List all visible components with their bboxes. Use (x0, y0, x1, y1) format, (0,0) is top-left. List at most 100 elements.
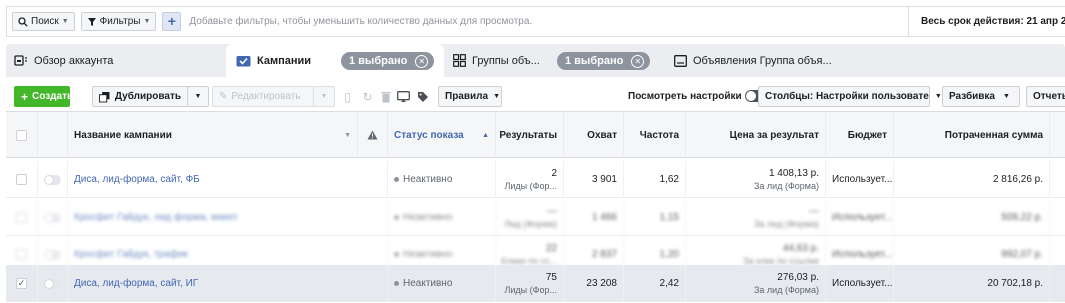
reports-button[interactable]: Отчеты (1026, 86, 1065, 107)
duplicate-button[interactable]: Дублировать (92, 86, 188, 107)
toggle-header-cell (38, 112, 68, 158)
tab-account-overview[interactable]: Обзор аккаунта (14, 44, 113, 77)
chevron-down-icon[interactable]: ▼ (344, 132, 351, 139)
cost-cell: 276,03 р. За лид (Форма) (686, 265, 826, 302)
column-header-status[interactable]: Статус показа ▲ (388, 112, 496, 158)
tag-icon[interactable] (414, 86, 431, 107)
results-value: 22 (545, 242, 557, 254)
search-label: Поиск (31, 16, 59, 27)
status-text: Неактивно (403, 249, 453, 260)
select-all-checkbox[interactable] (16, 129, 27, 141)
budget-cell: Использует... (826, 161, 894, 198)
reports-label: Отчеты (1033, 91, 1065, 102)
table-row[interactable]: ✓ Диса, лид-форма, сайт, ИГ Неактивно 75… (6, 265, 1065, 302)
column-header-reach[interactable]: Охват (564, 112, 624, 158)
column-label: Потраченная сумма (944, 129, 1043, 141)
results-value: 75 (545, 271, 557, 283)
rules-label: Правила (445, 91, 489, 102)
edit-label: Редактировать (231, 91, 301, 102)
edit-dropdown[interactable]: ▼ (313, 86, 335, 107)
budget-cell: Использует... (826, 199, 894, 236)
preview-icon[interactable]: ▯ (339, 86, 356, 107)
columns-label: Столбцы: Настройки пользовате (765, 91, 929, 102)
chevron-down-icon: ▼ (143, 18, 151, 25)
column-header-results[interactable]: Результаты (496, 112, 564, 158)
row-checkbox[interactable] (16, 212, 27, 223)
duplicate-dropdown[interactable]: ▼ (187, 86, 209, 107)
column-header-name[interactable]: Название кампании ▼ (68, 112, 358, 158)
table-row[interactable]: Кросфит Гайдук, лид форма, макет Неактив… (6, 199, 1065, 236)
column-header-cost[interactable]: Цена за результат (686, 112, 826, 158)
status-dot-icon (394, 252, 399, 257)
spent-cell: 509,22 р. (894, 199, 1050, 236)
spent-cell: 2 816,26 р. (894, 161, 1050, 198)
column-header-spent[interactable]: Потраченная сумма (894, 112, 1050, 158)
results-value: 2 (551, 167, 557, 179)
tab-label: Объявления Группа объя... (693, 54, 832, 67)
row-checkbox[interactable] (16, 249, 27, 260)
filters-label: Фильтры (99, 16, 141, 27)
row-select-cell (6, 161, 38, 198)
select-all-cell (6, 112, 38, 158)
search-button[interactable]: Поиск ▼ (12, 12, 75, 31)
table-row[interactable]: Диса, лид-форма, сайт, ФБ Неактивно 2 Лид… (6, 161, 1065, 198)
tab-label: Кампании (257, 54, 312, 67)
column-label: Бюджет (847, 129, 887, 141)
chevron-down-icon: ▼ (194, 93, 202, 100)
filter-placeholder[interactable]: Добавьте фильтры, чтобы уменьшить количе… (189, 16, 532, 27)
create-label: Создать (32, 91, 74, 102)
campaign-toggle[interactable] (44, 212, 61, 223)
campaign-name-link[interactable]: Диса, лид-форма, сайт, ИГ (68, 265, 388, 302)
row-select-cell: ✓ (6, 265, 38, 302)
row-checkbox[interactable] (16, 174, 27, 185)
ab-test-icon[interactable] (395, 86, 412, 107)
add-filter-button[interactable]: + (162, 12, 182, 31)
results-type: Лид (Форма) (504, 218, 557, 229)
rules-button[interactable]: Правила ▼ (438, 86, 502, 107)
breakdown-button[interactable]: Разбивка ▼ (942, 86, 1020, 107)
adsets-selected-badge[interactable]: 1 выбрано ✕ (557, 52, 651, 70)
campaign-toggle[interactable] (44, 174, 61, 185)
campaign-name-link[interactable]: Диса, лид-форма, сайт, ФБ (68, 161, 388, 198)
cost-cell: — За лид (Форма) (686, 199, 826, 236)
create-button[interactable]: + Создать (14, 86, 74, 107)
campaigns-selected-badge[interactable]: 1 выбрано ✕ (341, 52, 435, 70)
frequency-cell: 1,62 (624, 161, 686, 198)
chevron-down-icon: ▼ (493, 93, 501, 100)
campaign-name-link[interactable]: Кросфит Гайдук, лид форма, макет (68, 199, 388, 236)
overview-icon (14, 54, 28, 67)
close-icon[interactable]: ✕ (631, 54, 645, 68)
selected-count: 1 выбрано (349, 55, 408, 67)
campaign-toggle[interactable] (44, 278, 61, 289)
results-type: Лиды (Фор... (504, 284, 557, 295)
chevron-down-icon: ▼ (320, 93, 328, 100)
reach-cell: 1 466 (564, 199, 624, 236)
results-cell: — Лид (Форма) (496, 199, 564, 236)
campaign-toggle[interactable] (44, 249, 61, 260)
column-header-budget[interactable]: Бюджет (826, 112, 894, 158)
ad-icon (674, 54, 687, 67)
checkmark-icon[interactable]: ✓ (16, 278, 27, 289)
trash-icon[interactable] (377, 86, 394, 107)
row-select-cell (6, 199, 38, 236)
filters-button[interactable]: Фильтры ▼ (80, 12, 157, 31)
edit-button[interactable]: ✎ Редактировать (212, 86, 314, 107)
columns-button[interactable]: Столбцы: Настройки пользовате ▼ (758, 86, 942, 107)
column-header-warning[interactable] (358, 112, 388, 158)
delivery-status: Неактивно (388, 161, 496, 198)
view-settings-toggle[interactable]: Посмотреть настройки (628, 90, 767, 102)
tab-label: Группы объ... (472, 54, 540, 67)
chevron-down-icon: ▼ (934, 93, 942, 100)
results-cell: 2 Лиды (Фор... (496, 161, 564, 198)
search-icon (18, 16, 28, 27)
refresh-icon[interactable]: ↻ (359, 86, 376, 107)
status-text: Неактивно (403, 174, 453, 185)
close-icon[interactable]: ✕ (415, 54, 429, 68)
date-range-selector[interactable]: Весь срок действия: 21 апр 20 (908, 6, 1065, 37)
status-dot-icon (394, 281, 399, 286)
frequency-cell: 2,42 (624, 265, 686, 302)
tab-ads[interactable]: Объявления Группа объя... (674, 44, 832, 77)
tab-adsets[interactable]: Группы объ... (453, 44, 540, 77)
column-header-frequency[interactable]: Частота (624, 112, 686, 158)
results-value: — (547, 205, 557, 217)
